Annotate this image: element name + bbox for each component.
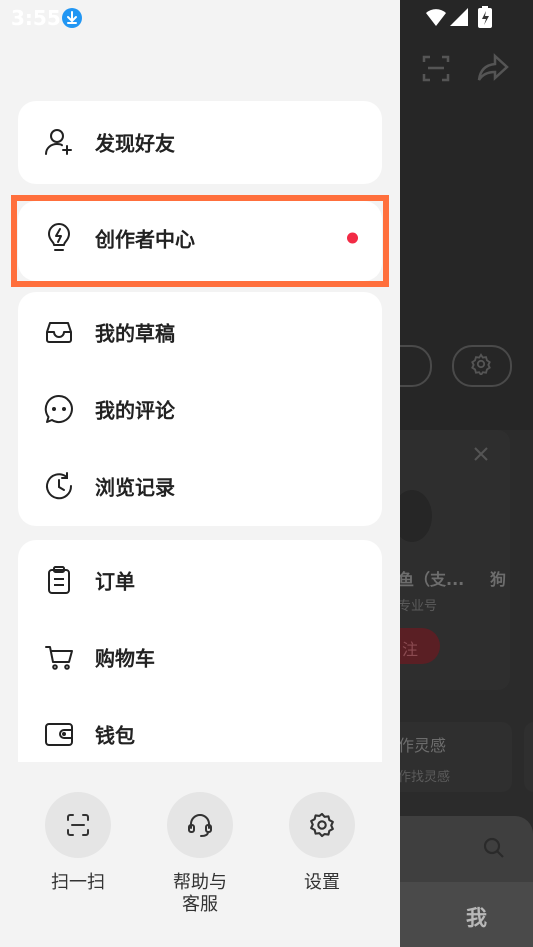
find-friends-panel: 发现好友	[18, 101, 382, 184]
settings-circle	[289, 792, 355, 858]
cart-item[interactable]: 购物车	[18, 622, 382, 692]
bg-inspire-card-2	[524, 722, 533, 792]
orders-label: 订单	[95, 569, 135, 594]
clipboard-icon	[48, 566, 70, 594]
inbox-icon	[46, 322, 72, 343]
settings-button[interactable]: 设置	[262, 792, 382, 894]
bg-card-sub: 专业号	[400, 599, 438, 614]
history-label: 浏览记录	[95, 475, 175, 500]
bg-share-icon	[477, 53, 509, 81]
bg-tab-me: 我	[466, 906, 487, 930]
status-time: 3:55	[11, 6, 61, 30]
status-bar: 3:55	[0, 0, 533, 36]
drafts-label: 我的草稿	[95, 321, 175, 346]
bg-card-title: 鱼（支...	[400, 570, 465, 589]
drafts-item[interactable]: 我的草稿	[18, 297, 382, 367]
bg-follow-button: 注	[400, 628, 440, 664]
gear-icon	[310, 812, 334, 838]
find-friends-item[interactable]: 发现好友	[18, 107, 382, 177]
side-drawer: 发现好友 创作者中心 我的草稿 我的评论 浏览记录 订单 购物车 钱包 扫一扫 …	[0, 0, 400, 947]
commerce-panel: 订单 购物车 钱包	[18, 540, 382, 780]
orders-item[interactable]: 订单	[18, 545, 382, 615]
bg-card-title2: 狗	[490, 570, 507, 589]
wallet-item[interactable]: 钱包	[18, 699, 382, 769]
download-icon	[62, 8, 82, 28]
bg-gear-icon	[471, 353, 491, 375]
content-panel: 我的草稿 我的评论 浏览记录	[18, 292, 382, 526]
scan-button[interactable]: 扫一扫	[18, 792, 138, 894]
comments-label: 我的评论	[95, 398, 175, 423]
bg-follow-label: 注	[402, 640, 419, 659]
highlight-box	[11, 195, 389, 287]
wallet-label: 钱包	[95, 723, 135, 748]
comments-item[interactable]: 我的评论	[18, 374, 382, 444]
bg-inspire-sub: 作找灵感	[400, 770, 451, 785]
history-icon	[46, 472, 73, 500]
scan-circle	[45, 792, 111, 858]
help-service-button[interactable]: 帮助与 客服	[140, 792, 260, 916]
bg-search-icon	[483, 837, 504, 858]
add-user-icon	[45, 129, 72, 155]
history-item[interactable]: 浏览记录	[18, 451, 382, 521]
settings-label: 设置	[304, 872, 340, 893]
comment-icon	[44, 394, 73, 423]
bg-close-icon	[474, 447, 488, 461]
bg-inspire-title: 作灵感	[400, 736, 447, 755]
scan-label: 扫一扫	[51, 872, 105, 893]
bg-scan-icon	[422, 55, 450, 82]
cart-label: 购物车	[95, 646, 155, 671]
headset-icon	[188, 814, 212, 837]
help-circle	[167, 792, 233, 858]
scan-icon	[67, 814, 89, 836]
help-service-label: 帮助与 客服	[173, 872, 227, 915]
battery-charging-icon	[478, 6, 492, 28]
cart-icon	[45, 646, 73, 670]
background-page: 鱼（支... 狗 专业号 注 作灵感 作找灵感 我	[400, 0, 533, 947]
wifi-icon	[426, 9, 446, 26]
find-friends-label: 发现好友	[95, 131, 175, 156]
wallet-icon	[45, 723, 73, 746]
signal-icon	[450, 8, 468, 26]
